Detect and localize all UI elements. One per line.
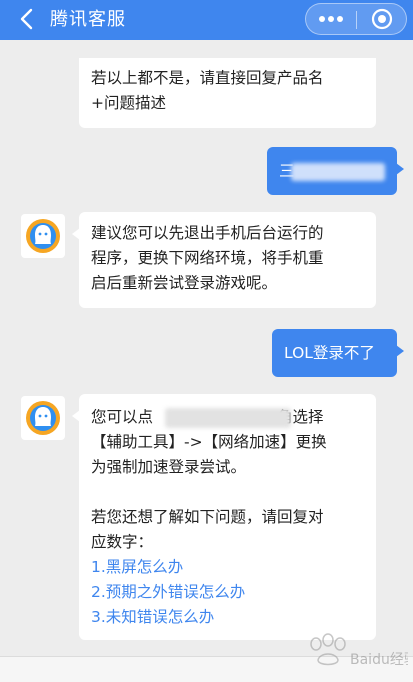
message-line: 启后重新尝试登录游戏呢。 <box>91 274 278 292</box>
message-line: 【辅助工具】->【网络加速】更换 <box>91 433 327 451</box>
capsule-menu <box>305 3 407 35</box>
message-line: 若您还想了解如下问题，请回复对 <box>91 508 324 526</box>
message-line: 为强制加速登录尝试。 <box>91 458 247 476</box>
option-link-1[interactable]: 1.黑屏怎么办 <box>91 555 364 580</box>
watermark-text: Baidu经验 <box>350 652 408 668</box>
qq-logo-icon <box>26 219 60 253</box>
service-message: 建议您可以先退出手机后台运行的 程序，更换下网络环境，将手机重 启后重新尝试登录… <box>72 212 376 308</box>
service-avatar <box>21 214 65 258</box>
user-message: LOL登录不了 <box>272 329 404 377</box>
message-line: 若以上都不是，请直接回复产品名 <box>91 69 324 87</box>
redacted-text <box>291 163 385 181</box>
service-avatar <box>21 396 65 440</box>
qq-logo-icon <box>26 401 60 435</box>
message-line: 建议您可以先退出手机后台运行的 <box>91 224 324 242</box>
baidu-jingyan-watermark: Baidu经验 <box>298 626 413 670</box>
option-link-2[interactable]: 2.预期之外错误怎么办 <box>91 580 364 605</box>
redacted-text <box>165 408 291 428</box>
service-message: 您可以点 角选择 【辅助工具】->【网络加速】更换 为强制加速登录尝试。 若您还想… <box>72 394 376 640</box>
more-dots-icon[interactable] <box>306 4 356 34</box>
message-line: 程序，更换下网络环境，将手机重 <box>91 249 324 267</box>
target-close-icon[interactable] <box>357 4 407 34</box>
chevron-left-icon[interactable] <box>14 6 40 32</box>
service-message: 若以上都不是，请直接回复产品名 +问题描述 <box>79 58 376 128</box>
top-bar: 腾讯客服 <box>0 0 413 40</box>
message-text: LOL登录不了 <box>284 344 375 362</box>
message-line-start: 您可以点 <box>91 408 154 426</box>
user-message: 三 <box>267 147 404 195</box>
page-title: 腾讯客服 <box>50 9 126 30</box>
message-line: 应数字： <box>91 533 154 551</box>
message-line: +问题描述 <box>91 94 166 112</box>
